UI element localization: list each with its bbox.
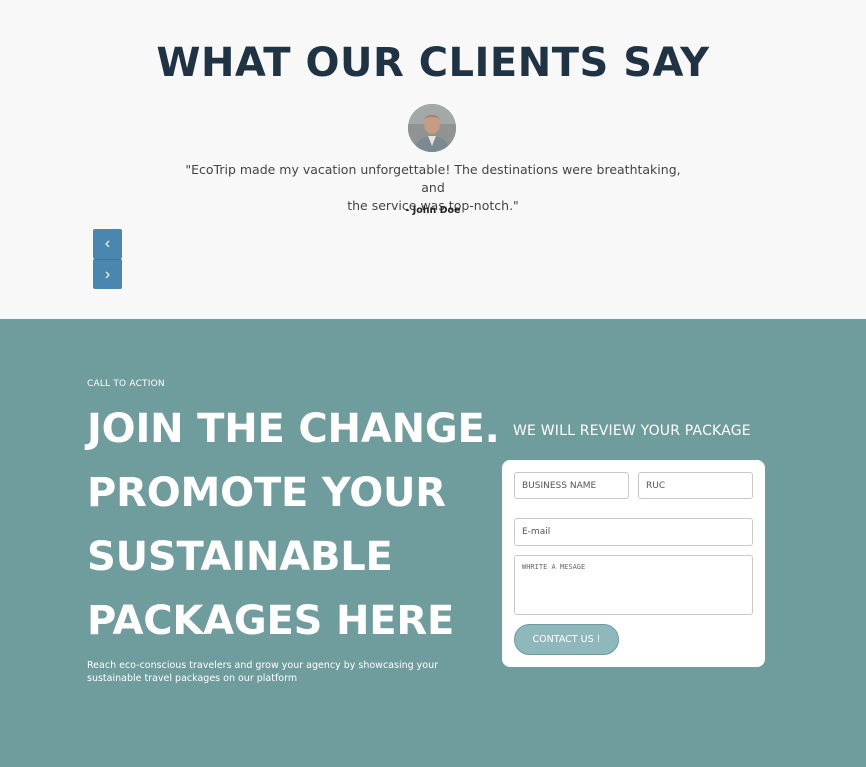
email-placeholder: E-mail: [522, 527, 551, 537]
chevron-right-icon: ›: [104, 265, 111, 283]
ruc-field[interactable]: RUC: [638, 472, 753, 499]
previous-testimonial-button[interactable]: ‹: [93, 229, 122, 259]
cta-heading-line-2: PROMOTE YOUR: [87, 470, 446, 516]
cta-heading-line-3: SUSTAINABLE: [87, 534, 393, 580]
cta-heading-line-1: JOIN THE CHANGE.: [87, 406, 500, 452]
testimonial-author: - John Doe: [405, 205, 461, 216]
testimonials-section: WHAT OUR CLIENTS SAY "EcoTrip made my va…: [0, 0, 866, 319]
chevron-left-icon: ‹: [104, 235, 111, 252]
cta-heading: JOIN THE CHANGE. PROMOTE YOUR SUSTAINABL…: [87, 397, 507, 653]
email-field[interactable]: E-mail: [514, 518, 753, 546]
business-name-placeholder: BUSINESS NAME: [522, 480, 597, 491]
testimonials-title: WHAT OUR CLIENTS SAY: [156, 40, 710, 86]
cta-kicker: CALL TO ACTION: [87, 379, 165, 389]
message-textarea[interactable]: WHRITE A MESAGE: [514, 555, 753, 615]
business-name-field[interactable]: BUSINESS NAME: [514, 472, 629, 499]
cta-description-line-1: Reach eco-conscious travelers and grow y…: [87, 660, 439, 671]
cta-heading-line-4: PACKAGES HERE: [87, 598, 455, 644]
call-to-action-section: CALL TO ACTION JOIN THE CHANGE. PROMOTE …: [0, 319, 866, 767]
quote-line-1: "EcoTrip made my vacation unforgettable!…: [185, 162, 681, 195]
form-title: WE WILL REVIEW YOUR PACKAGE: [513, 423, 751, 439]
cta-description: Reach eco-conscious travelers and grow y…: [87, 659, 447, 685]
contact-us-button[interactable]: CONTACT US !: [514, 624, 619, 655]
package-review-form: BUSINESS NAME RUC E-mail WHRITE A MESAGE…: [502, 460, 765, 667]
cta-description-line-2: sustainable travel packages on our platf…: [87, 673, 298, 684]
client-avatar: [408, 104, 456, 152]
message-placeholder: WHRITE A MESAGE: [522, 563, 586, 571]
next-testimonial-button[interactable]: ›: [93, 259, 122, 289]
ruc-placeholder: RUC: [646, 480, 666, 491]
